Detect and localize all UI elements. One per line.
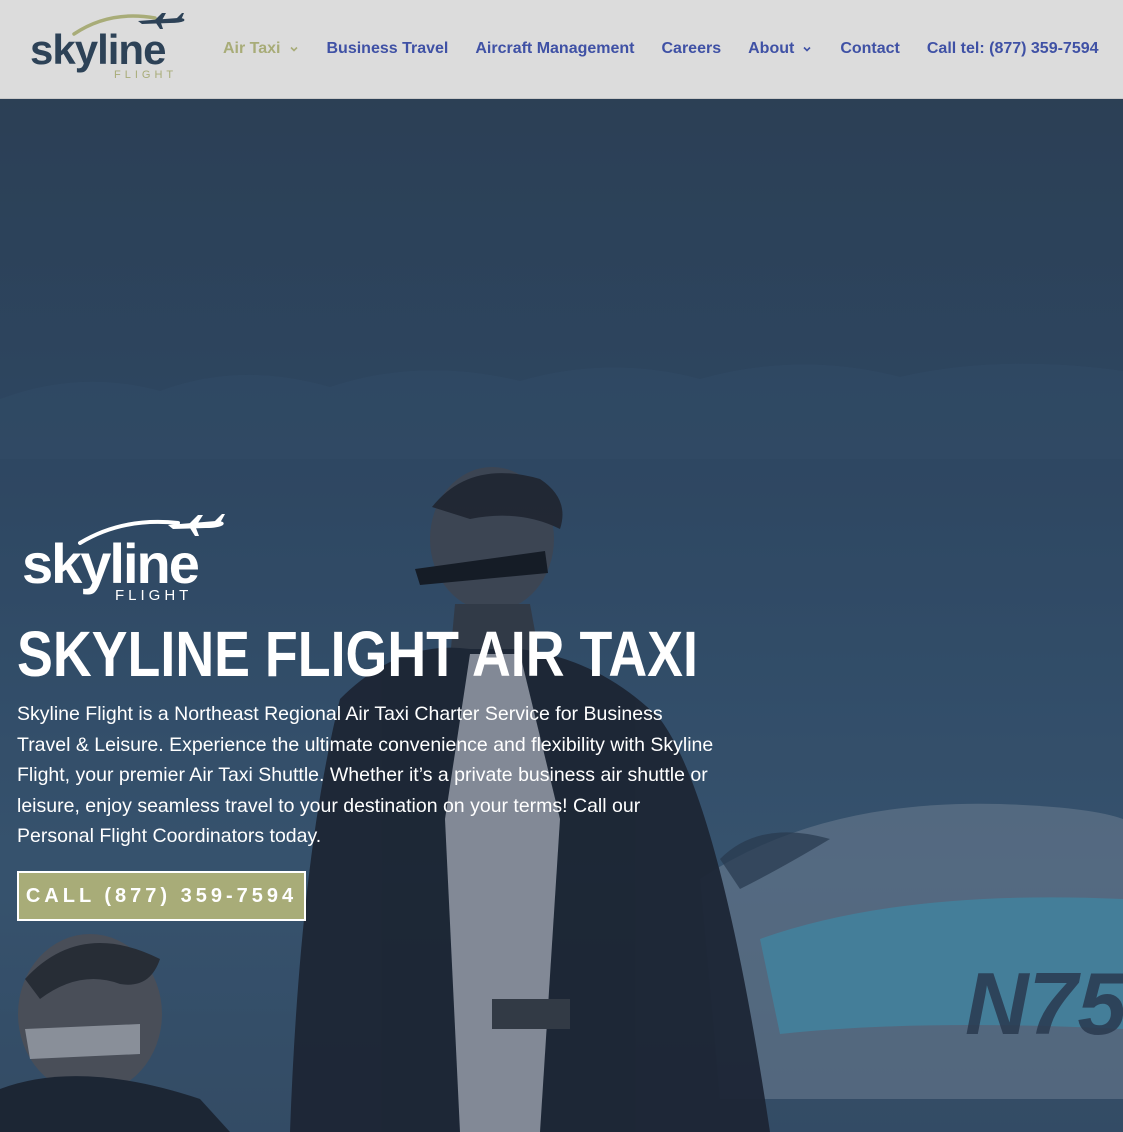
site-header: skyline FLIGHT Air Taxi Business Travel … [0,0,1123,99]
nav-item-label: Call tel: (877) 359-7594 [926,40,1099,57]
nav-item-about[interactable]: About [748,40,813,58]
hero-logo-subtitle: FLIGHT [115,587,192,603]
call-phone-button[interactable]: CALL (877) 359-7594 [17,871,306,921]
nav-item-label: Business Travel [326,40,449,57]
logo-wordmark: skyline [30,26,165,73]
nav-item-label: Careers [661,40,722,57]
hero-section: N75 skyline FLIGHT SKYLINE FLIGHT AIR TA… [0,99,1123,1132]
nav-item-label: About [748,40,795,57]
nav-item-aircraft-management[interactable]: Aircraft Management [475,40,634,58]
nav-item-contact[interactable]: Contact [840,40,900,58]
hero-title: SKYLINE FLIGHT AIR TAXI [17,618,698,690]
hero-logo-wordmark: skyline [22,532,199,595]
hero-description: Skyline Flight is a Northeast Regional A… [17,703,714,848]
chevron-down-icon [803,46,811,52]
nav-item-business-travel[interactable]: Business Travel [327,40,449,58]
logo-subtitle: FLIGHT [114,69,177,81]
hero-overlay [0,99,1123,1132]
chevron-down-icon [289,46,298,52]
nav-item-label: Air Taxi [223,40,281,57]
nav-item-call-phone[interactable]: Call tel: (877) 359-7594 [927,40,1099,58]
main-nav: Air Taxi Business Travel Aircraft Manage… [223,0,1099,98]
hero-skyline-logo: skyline FLIGHT [18,511,233,604]
nav-item-air-taxi[interactable]: Air Taxi [223,40,300,58]
nav-item-careers[interactable]: Careers [662,40,722,58]
nav-item-label: Contact [840,40,900,57]
nav-item-label: Aircraft Management [475,40,635,57]
skyline-flight-logo[interactable]: skyline FLIGHT [30,12,190,84]
